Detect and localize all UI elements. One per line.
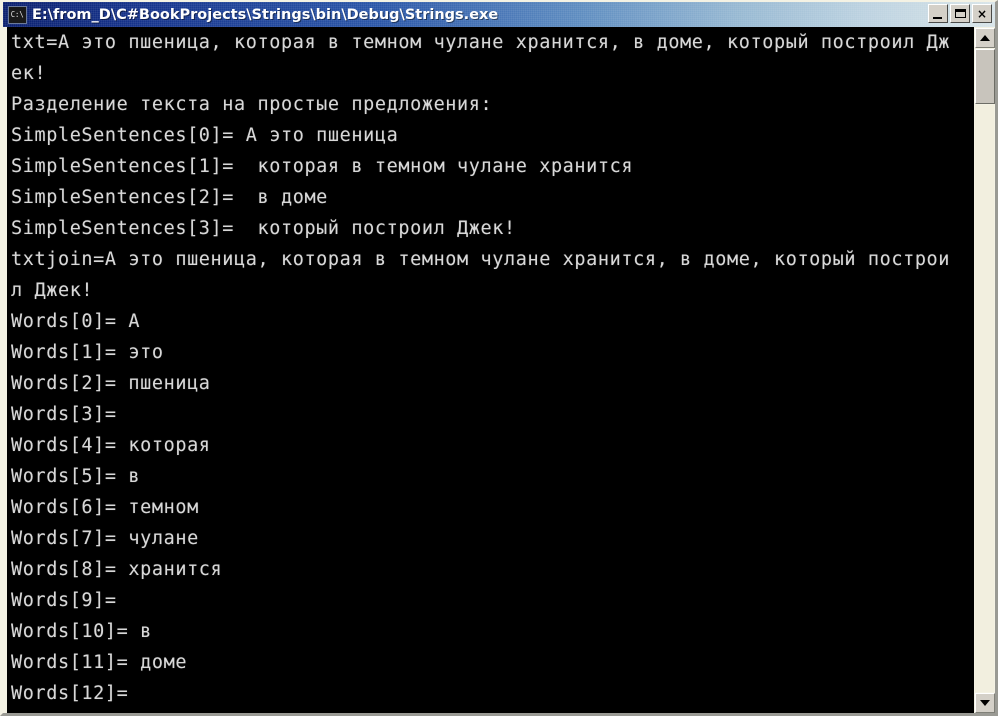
maximize-icon <box>954 9 966 18</box>
window-title: E:\from_D\C#BookProjects\Strings\bin\Deb… <box>32 6 499 23</box>
console-line: Words[4]= которая <box>11 435 211 456</box>
console-line: Words[12]= <box>11 683 141 704</box>
console-line: ек! <box>11 63 47 84</box>
console-line: SimpleSentences[2]= в доме <box>11 187 328 208</box>
console-text: txt=А это пшеница, которая в темном чула… <box>11 27 971 713</box>
title-bar[interactable]: C:\ E:\from_D\C#BookProjects\Strings\bin… <box>3 2 995 27</box>
console-app-icon[interactable]: C:\ <box>8 5 27 24</box>
chevron-up-icon <box>980 35 990 41</box>
console-line: л Джек! <box>11 280 94 301</box>
console-line: Разделение текста на простые предложения… <box>11 94 493 115</box>
console-line: Words[13]= который <box>11 709 971 713</box>
scroll-up-button[interactable] <box>975 28 995 48</box>
console-line: Words[8]= хранится <box>11 559 223 580</box>
close-icon: × <box>976 6 988 21</box>
console-output-area[interactable]: txt=А это пшеница, которая в темном чула… <box>3 27 995 713</box>
console-line: SimpleSentences[1]= которая в темном чул… <box>11 156 634 177</box>
console-line: Words[11]= доме <box>11 652 188 673</box>
close-button[interactable]: × <box>972 4 992 23</box>
console-line: Words[1]= это <box>11 342 164 363</box>
minimize-button[interactable] <box>928 4 948 23</box>
maximize-button[interactable] <box>950 4 970 23</box>
console-window: C:\ E:\from_D\C#BookProjects\Strings\bin… <box>0 0 998 716</box>
console-app-icon-glyph: C:\ <box>10 9 24 19</box>
console-line: Words[3]= <box>11 404 129 425</box>
scrollbar-thumb[interactable] <box>975 49 995 104</box>
console-line: Words[0]= А <box>11 311 141 332</box>
console-line: SimpleSentences[3]= который построил Дже… <box>11 218 516 239</box>
title-bar-buttons: × <box>928 4 992 23</box>
minimize-icon <box>933 17 942 19</box>
console-line: txtjoin=А это пшеница, которая в темном … <box>11 249 951 270</box>
vertical-scrollbar[interactable] <box>973 27 995 713</box>
console-line: Words[2]= пшеница <box>11 373 211 394</box>
console-line: Words[7]= чулане <box>11 528 199 549</box>
scrollbar-track[interactable] <box>975 105 994 692</box>
console-line: txt=А это пшеница, которая в темном чула… <box>11 32 951 53</box>
console-line: Words[5]= в <box>11 466 141 487</box>
chevron-down-icon <box>980 700 990 706</box>
scroll-down-button[interactable] <box>975 693 995 713</box>
console-line: Words[10]= в <box>11 621 152 642</box>
console-line: Words[9]= <box>11 590 129 611</box>
console-line: Words[6]= темном <box>11 497 199 518</box>
console-line: SimpleSentences[0]= А это пшеница <box>11 125 399 146</box>
